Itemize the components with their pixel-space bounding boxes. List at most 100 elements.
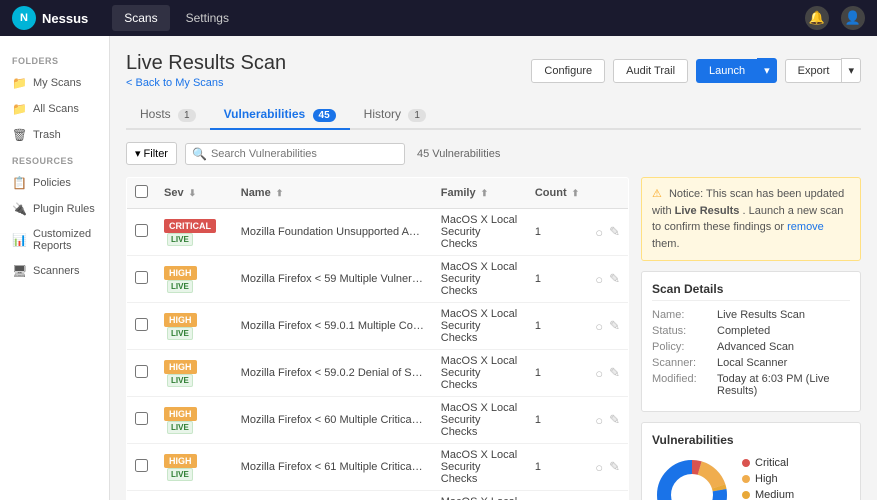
search-box: 🔍 (185, 143, 405, 165)
col-sev: Sev ⬇ (156, 178, 233, 209)
main-layout: FOLDERS 📁 My Scans 📁 All Scans 🗑 Trash R… (0, 36, 877, 500)
live-tag: LIVE (167, 233, 193, 246)
page-header: Live Results Scan < Back to My Scans Con… (126, 52, 861, 89)
family-cell: MacOS X Local Security Checks (433, 303, 527, 350)
sidebar-item-all-scans[interactable]: 📁 All Scans (0, 96, 109, 122)
tab-history-badge: 1 (408, 109, 426, 122)
my-scans-icon: 📁 (12, 76, 26, 90)
row-circle-icon[interactable]: ○ (595, 272, 603, 287)
row-circle-icon[interactable]: ○ (595, 366, 603, 381)
header-buttons: Configure Audit Trail Launch ▾ Export ▾ (531, 58, 861, 83)
donut-chart (652, 455, 732, 500)
sev-badge: CRITICAL (164, 219, 216, 233)
family-cell: MacOS X Local Security Checks (433, 350, 527, 397)
name-cell[interactable]: Mozilla Firefox < 62 Multiple Critical V… (233, 491, 433, 500)
back-link[interactable]: < Back to My Scans (126, 77, 286, 89)
logo-icon: N (12, 6, 36, 30)
audit-trail-button[interactable]: Audit Trail (613, 59, 688, 83)
bell-icon[interactable]: 🔔 (805, 6, 829, 30)
nav-settings[interactable]: Settings (174, 5, 241, 31)
row-edit-icon[interactable]: ✎ (609, 412, 620, 428)
family-cell: MacOS X Local Security Checks (433, 491, 527, 500)
resources-label: RESOURCES (0, 148, 109, 170)
select-all-checkbox[interactable] (135, 185, 148, 198)
search-input[interactable] (211, 148, 398, 160)
name-cell[interactable]: Mozilla Firefox < 59 Multiple Vulnerabil… (233, 256, 433, 303)
row-edit-icon[interactable]: ✎ (609, 271, 620, 287)
launch-arrow-button[interactable]: ▾ (757, 58, 777, 83)
sev-badge: HIGH (164, 360, 197, 374)
name-cell[interactable]: Mozilla Firefox < 59.0.1 Multiple Code E… (233, 303, 433, 350)
tab-vulnerabilities[interactable]: Vulnerabilities 45 (210, 101, 350, 130)
legend-label: Medium (755, 489, 794, 500)
my-scans-label: My Scans (33, 77, 81, 89)
live-tag: LIVE (167, 280, 193, 293)
legend-item: Critical (742, 457, 794, 469)
row-circle-icon[interactable]: ○ (595, 460, 603, 475)
tab-hosts[interactable]: Hosts 1 (126, 101, 210, 130)
row-checkbox[interactable] (135, 318, 148, 331)
user-icon[interactable]: 👤 (841, 6, 865, 30)
nav-icons: 🔔 👤 (805, 6, 865, 30)
export-arrow-button[interactable]: ▾ (841, 58, 861, 83)
table-row: HIGH LIVE Mozilla Firefox < 60 Multiple … (127, 397, 629, 444)
launch-button[interactable]: Launch (696, 59, 757, 83)
table-row: HIGH LIVE Mozilla Firefox < 59.0.2 Denia… (127, 350, 629, 397)
count-cell: 1 (527, 209, 587, 256)
two-panel: Sev ⬇ Name ⬆ Family ⬆ Count ⬆ CRITICAL L… (126, 177, 861, 500)
tabs: Hosts 1 Vulnerabilities 45 History 1 (126, 101, 861, 130)
sev-cell: HIGH LIVE (156, 397, 233, 444)
detail-label: Modified: (652, 373, 717, 397)
sidebar-item-customized-reports[interactable]: 📊 Customized Reports (0, 222, 109, 258)
row-edit-icon[interactable]: ✎ (609, 459, 620, 475)
row-edit-icon[interactable]: ✎ (609, 365, 620, 381)
row-checkbox[interactable] (135, 365, 148, 378)
detail-row: Status:Completed (652, 325, 850, 337)
top-navigation: N Nessus Scans Settings 🔔 👤 (0, 0, 877, 36)
row-checkbox[interactable] (135, 459, 148, 472)
family-cell: MacOS X Local Security Checks (433, 256, 527, 303)
actions-cell: ○ ✎ (587, 397, 628, 444)
detail-row: Modified:Today at 6:03 PM (Live Results) (652, 373, 850, 397)
notice-box: ⚠ Notice: This scan has been updated wit… (641, 177, 861, 261)
sidebar-item-policies[interactable]: 📋 Policies (0, 170, 109, 196)
sidebar-item-scanners[interactable]: 🖥 Scanners (0, 258, 109, 284)
detail-value: Live Results Scan (717, 309, 805, 321)
notice-remove-link[interactable]: remove (787, 221, 824, 233)
sidebar: FOLDERS 📁 My Scans 📁 All Scans 🗑 Trash R… (0, 36, 110, 500)
count-cell: 1 (527, 303, 587, 350)
tab-vulnerabilities-badge: 45 (313, 109, 336, 122)
name-cell[interactable]: Mozilla Firefox < 59.0.2 Denial of Servi… (233, 350, 433, 397)
export-button[interactable]: Export (785, 59, 842, 83)
row-checkbox[interactable] (135, 224, 148, 237)
sidebar-item-plugin-rules[interactable]: 🔌 Plugin Rules (0, 196, 109, 222)
row-checkbox[interactable] (135, 412, 148, 425)
sev-cell: HIGH LIVE (156, 444, 233, 491)
row-circle-icon[interactable]: ○ (595, 225, 603, 240)
nav-scans[interactable]: Scans (112, 5, 169, 31)
row-edit-icon[interactable]: ✎ (609, 224, 620, 240)
sev-badge: HIGH (164, 407, 197, 421)
tab-history[interactable]: History 1 (350, 101, 440, 130)
sidebar-item-my-scans[interactable]: 📁 My Scans (0, 70, 109, 96)
table-row: HIGH LIVE Mozilla Firefox < 59 Multiple … (127, 256, 629, 303)
name-cell[interactable]: Mozilla Firefox < 60 Multiple Critical V… (233, 397, 433, 444)
vulnerabilities-table: Sev ⬇ Name ⬆ Family ⬆ Count ⬆ CRITICAL L… (126, 177, 629, 500)
row-edit-icon[interactable]: ✎ (609, 318, 620, 334)
scan-details-title: Scan Details (652, 282, 850, 301)
legend-dot (742, 459, 750, 467)
name-cell[interactable]: Mozilla Foundation Unsupported Applicati… (233, 209, 433, 256)
filter-button[interactable]: ▾ Filter (126, 142, 177, 165)
count-cell: 1 (527, 444, 587, 491)
detail-value: Local Scanner (717, 357, 787, 369)
sidebar-item-trash[interactable]: 🗑 Trash (0, 122, 109, 148)
actions-cell: ○ ✎ (587, 491, 628, 500)
row-circle-icon[interactable]: ○ (595, 413, 603, 428)
configure-button[interactable]: Configure (531, 59, 605, 83)
row-circle-icon[interactable]: ○ (595, 319, 603, 334)
family-cell: MacOS X Local Security Checks (433, 444, 527, 491)
name-cell[interactable]: Mozilla Firefox < 61 Multiple Critical V… (233, 444, 433, 491)
legend-label: High (755, 473, 778, 485)
sev-cell: CRITICAL LIVE (156, 209, 233, 256)
row-checkbox[interactable] (135, 271, 148, 284)
